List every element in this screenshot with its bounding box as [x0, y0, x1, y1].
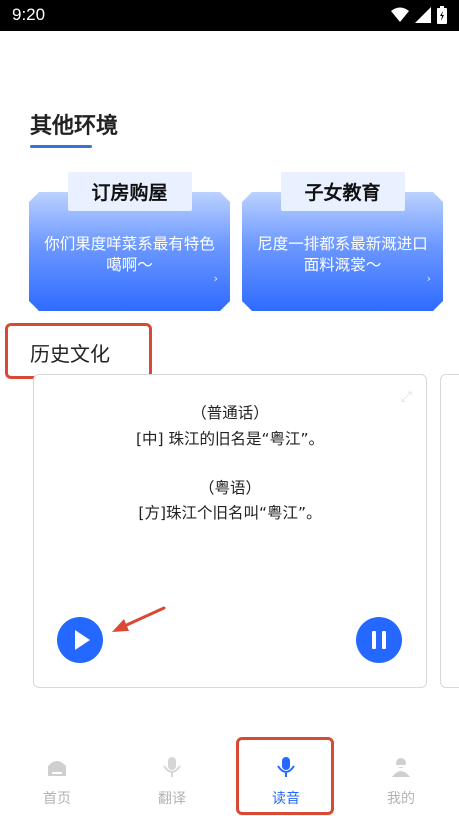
pause-button[interactable] — [356, 617, 402, 663]
status-icons — [391, 6, 447, 24]
tab-label: 我的 — [387, 791, 415, 807]
wifi-icon — [391, 7, 409, 22]
annotation-arrow-icon — [112, 606, 166, 632]
tab-profile[interactable]: 我的 — [371, 756, 431, 808]
chevron-right-icon: › — [426, 272, 431, 285]
play-button[interactable] — [57, 617, 103, 663]
status-bar: 9:20 — [0, 0, 459, 31]
play-icon — [75, 630, 90, 650]
user-icon — [392, 758, 410, 777]
section-title: 其他环境 — [30, 114, 119, 139]
card-title: 子女教育 — [280, 172, 405, 211]
mic-icon — [163, 757, 181, 777]
status-time: 9:20 — [12, 5, 46, 24]
section-title-underline — [30, 145, 92, 148]
signal-icon — [415, 7, 431, 23]
card-title: 订房购屋 — [67, 172, 192, 211]
env-card-education[interactable]: 尼度一排都系最新溉进口面料溉裳～ › 子女教育 — [242, 172, 443, 311]
tab-label: 首页 — [43, 791, 71, 807]
annotation-highlight-box — [236, 737, 334, 815]
env-card-housing[interactable]: 你们果度咩菜系最有特色噶啊～ › 订房购屋 — [29, 172, 230, 311]
pause-icon — [372, 631, 386, 649]
card-description: 你们果度咩菜系最有特色噶啊～ — [44, 235, 215, 274]
card-description: 尼度一排都系最新溉进口面料溉裳～ — [257, 235, 428, 274]
home-icon — [48, 761, 66, 776]
tab-home[interactable]: 首页 — [27, 756, 87, 808]
chevron-right-icon: › — [213, 272, 218, 285]
tab-translate[interactable]: 翻译 — [142, 756, 202, 808]
cantonese-line: [方]珠江个旧名叫“粤江”。 — [138, 504, 322, 522]
tab-label: 翻译 — [158, 791, 186, 807]
cantonese-heading: （粤语） — [198, 479, 261, 497]
mandarin-line: [中] 珠江的旧名是“粤江”。 — [135, 430, 325, 448]
mandarin-heading: （普通话） — [191, 404, 269, 422]
bottom-tab-bar: 首页 翻译 读音 我的 — [0, 740, 459, 816]
next-dialog-card[interactable] — [440, 374, 459, 688]
battery-icon — [437, 6, 447, 24]
annotation-highlight-box — [5, 323, 152, 379]
